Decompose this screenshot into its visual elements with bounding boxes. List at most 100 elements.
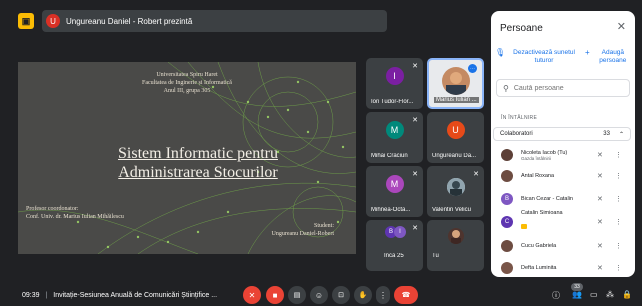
participant-name: Ungureanu Da... [432, 153, 477, 159]
separator: | [45, 292, 48, 299]
raise-hand-button[interactable]: ✋ [354, 286, 372, 304]
captions-button[interactable]: ▤ [288, 286, 306, 304]
slide-title-line1: Sistem Informatic pentru [118, 145, 278, 162]
captions-icon: ▤ [293, 292, 301, 299]
participant-name: Tu [432, 253, 439, 259]
meeting-title: Invitație-Sesiunea Anuală de Comunicări … [53, 292, 218, 299]
add-people-label: Adaugă persoane [599, 49, 627, 64]
avatar: I [385, 67, 404, 85]
more-options-icon[interactable]: ⋯ [468, 64, 477, 73]
presentation-icon[interactable]: ▣ [18, 13, 34, 29]
mute-all-label: Dezactivează sunetul tuturor [513, 49, 575, 64]
more-participants-tile[interactable]: ✕ B I Încă 25 [366, 220, 423, 271]
mic-off-icon: ✕ [412, 117, 418, 124]
emoji-button[interactable]: ☺ [310, 286, 328, 304]
chat-icon[interactable]: ▭ [590, 290, 598, 299]
section-label: ÎN ÎNTÂLNIRE [501, 115, 538, 121]
add-people-button[interactable]: + Adaugă persoane [585, 49, 633, 65]
more-vert-icon: ⋮ [379, 290, 387, 300]
info-icon[interactable]: ⓘ [552, 290, 560, 301]
people-panel: Persoane ✕ 🎙 Dezactivează sunetul tuturo… [491, 11, 635, 277]
close-icon[interactable]: ✕ [617, 20, 626, 33]
more-options-button[interactable]: ⋮ [376, 286, 390, 304]
mic-off-icon: ✕ [597, 219, 603, 226]
participant-tile-active[interactable]: ⋯ Marius Iulian ... [427, 58, 484, 109]
activities-icon[interactable]: ⁂ [606, 290, 614, 299]
avatar-stack: B I [385, 226, 406, 238]
list-item[interactable]: Defta Luminita ✕ ⋮ [501, 260, 629, 276]
presenter-avatar: U [46, 14, 60, 28]
mic-off-icon: ✕ [412, 225, 418, 232]
list-item[interactable]: Cucu Gabriela ✕ ⋮ [501, 238, 629, 254]
more-vert-icon[interactable]: ⋮ [615, 242, 622, 250]
person-role: Gazda întâlnirii [521, 155, 552, 161]
person-name: Cucu Gabriela [521, 243, 557, 249]
host-controls-icon[interactable]: 🔒 [622, 290, 632, 299]
more-vert-icon[interactable]: ⋮ [615, 151, 622, 159]
self-tile[interactable]: Tu [427, 220, 484, 271]
slide-student-name: Ungureanu Daniel-Robert [271, 231, 334, 237]
person-name: Catalin Simioana [521, 210, 563, 216]
search-people-field[interactable]: ⚲ [496, 79, 630, 97]
participant-tile[interactable]: U Ungureanu Da... [427, 112, 484, 163]
list-item[interactable]: Nicoleta Iacob (Tu) Gazda întâlnirii ✕ ⋮ [501, 147, 629, 163]
panel-title: Persoane [500, 23, 543, 34]
hang-up-icon: ☎ [401, 292, 411, 299]
mic-toggle-button[interactable]: ✕ [243, 286, 261, 304]
avatar [447, 228, 464, 244]
slide-title-line2: Administrarea Stocurilor [118, 164, 278, 181]
mic-off-icon: ✕ [248, 290, 256, 300]
list-item[interactable]: Antal Roxana ✕ ⋮ [501, 168, 629, 184]
camera-toggle-button[interactable]: ■ [266, 286, 284, 304]
top-bar: ▣ U Ungureanu Daniel - Robert prezintă [18, 10, 387, 32]
participant-name: Marius Iulian ... [434, 97, 479, 103]
search-icon: ⚲ [503, 83, 509, 93]
bottom-bar: 09:39 | Invitație-Sesiunea Anuală de Com… [0, 286, 642, 306]
more-vert-icon[interactable]: ⋮ [615, 218, 622, 226]
slide-coordinator-name: Conf. Univ. dr. Marius Iulian Mihăilescu [26, 214, 124, 220]
camera-off-icon: ■ [272, 290, 278, 300]
group-label: Colaboratori [500, 131, 533, 137]
slide-student-label: Student: [313, 223, 334, 229]
mute-all-button[interactable]: 🎙 Dezactivează sunetul tuturor [495, 49, 580, 65]
more-vert-icon[interactable]: ⋮ [615, 195, 622, 203]
add-person-icon: + [585, 48, 590, 57]
avatar [501, 170, 513, 182]
present-screen-icon: ⊡ [338, 292, 344, 299]
avatar: M [385, 121, 404, 139]
hand-raised-icon [521, 224, 527, 229]
search-input[interactable] [513, 84, 614, 92]
shared-slide: Universitatea Spiru Haret Facultatea de … [18, 62, 356, 254]
avatar: B [501, 193, 513, 205]
present-button[interactable]: ⊡ [332, 286, 350, 304]
mic-off-icon: 🎙 [495, 48, 506, 57]
avatar [501, 262, 513, 274]
mic-off-icon: ✕ [597, 152, 603, 159]
participant-tile[interactable]: ✕ Valentin Velicu [427, 166, 484, 217]
participant-tile[interactable]: ✕ I Ion Tudor-Flor... [366, 58, 423, 109]
participants-count-badge: 33 [571, 283, 583, 291]
list-item[interactable]: C Catalin Simioana ✕ ⋮ [501, 210, 629, 230]
collaborators-group[interactable]: Colaboratori 33 ⌃ [493, 127, 631, 141]
slide-group: Anul III, grupa 305 [163, 88, 211, 94]
hand-icon: ✋ [358, 292, 368, 299]
list-item[interactable]: B Bican Cezar - Catalin ✕ ⋮ [501, 191, 629, 207]
more-vert-icon[interactable]: ⋮ [615, 172, 622, 180]
participant-tile[interactable]: ✕ M Mihai Craciun [366, 112, 423, 163]
avatar [441, 67, 470, 95]
emoji-icon: ☺ [314, 290, 324, 300]
mic-off-icon: ✕ [412, 63, 418, 70]
leave-call-button[interactable]: ☎ [394, 286, 418, 304]
participant-tile[interactable]: ✕ M Mihnea-Octa... [366, 166, 423, 217]
avatar: M [385, 175, 404, 193]
more-vert-icon[interactable]: ⋮ [615, 264, 622, 272]
avatar: C [501, 216, 513, 228]
people-icon[interactable]: 👥 [572, 290, 582, 299]
slide-faculty: Facultatea de Inginerie și Informatică [142, 80, 232, 86]
meeting-info: 09:39 | Invitație-Sesiunea Anuală de Com… [22, 292, 217, 299]
avatar [501, 240, 513, 252]
slide-coordinator-label: Profesor coordonator: [26, 206, 79, 212]
mic-off-icon: ✕ [597, 243, 603, 250]
chevron-up-icon[interactable]: ⌃ [619, 131, 624, 138]
presenter-text: Ungureanu Daniel - Robert prezintă [66, 16, 193, 26]
